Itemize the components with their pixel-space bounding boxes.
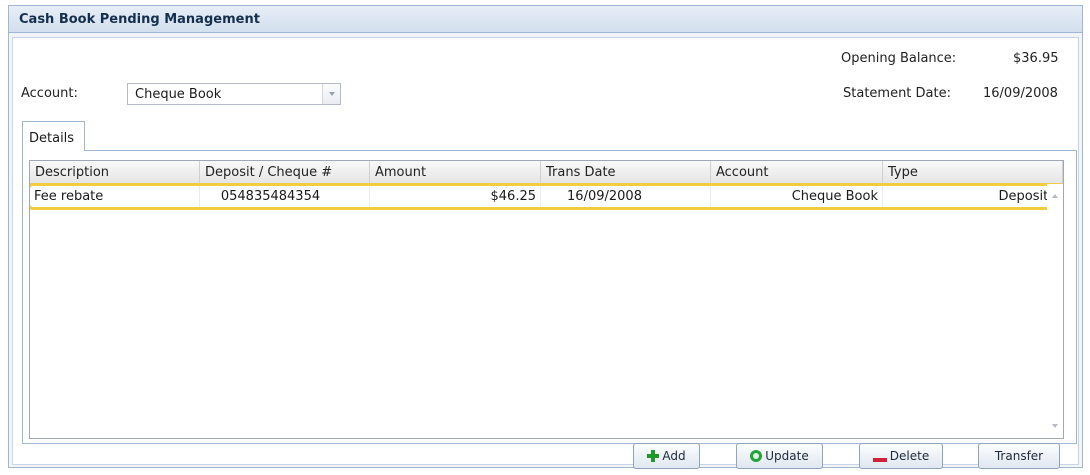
account-select[interactable]: Cheque Book: [127, 83, 341, 105]
delete-button-label: Delete: [889, 449, 930, 463]
cash-book-window: Cash Book Pending Management Opening Bal…: [8, 5, 1083, 469]
column-header-deposit-cheque[interactable]: Deposit / Cheque #: [200, 161, 370, 183]
statement-date-value: 16/09/2008: [983, 86, 1058, 101]
opening-balance-value: $36.95: [1013, 51, 1059, 66]
update-button[interactable]: Update: [736, 443, 823, 469]
cell-account: Cheque Book: [711, 185, 883, 208]
minus-icon: [872, 458, 887, 462]
table-row[interactable]: Fee rebate 054835484354 $46.25 16/09/200…: [30, 185, 1060, 208]
grid-scrollbar[interactable]: [1047, 184, 1063, 438]
account-label: Account:: [21, 86, 78, 101]
opening-balance-label: Opening Balance:: [841, 51, 957, 66]
chevron-down-icon: [329, 92, 335, 96]
column-header-account[interactable]: Account: [711, 161, 883, 183]
scroll-down-icon[interactable]: [1052, 424, 1058, 428]
delete-button[interactable]: Delete: [859, 443, 943, 469]
add-button[interactable]: Add: [633, 443, 700, 469]
scroll-up-icon[interactable]: [1052, 194, 1058, 198]
column-header-trans-date[interactable]: Trans Date: [541, 161, 711, 183]
update-button-label: Update: [765, 449, 809, 463]
cell-deposit-cheque: 054835484354: [200, 185, 370, 208]
refresh-icon: [750, 450, 763, 462]
window-title: Cash Book Pending Management: [9, 6, 1082, 33]
column-header-type[interactable]: Type: [883, 161, 1063, 183]
account-select-value: Cheque Book: [135, 87, 222, 102]
plus-icon: [647, 450, 660, 462]
window-content: Opening Balance: $36.95 Account: Cheque …: [12, 37, 1079, 469]
add-button-label: Add: [662, 449, 686, 463]
column-header-description[interactable]: Description: [30, 161, 200, 183]
account-select-trigger[interactable]: [322, 84, 340, 104]
pending-transactions-grid: Description Deposit / Cheque # Amount Tr…: [29, 160, 1064, 439]
grid-header: Description Deposit / Cheque # Amount Tr…: [30, 161, 1063, 184]
statement-date-label: Statement Date:: [843, 86, 951, 101]
cell-trans-date: 16/09/2008: [541, 185, 711, 208]
cell-description: Fee rebate: [30, 185, 200, 208]
transfer-button[interactable]: Transfer: [978, 443, 1060, 469]
cell-type: Deposits: [883, 185, 1060, 208]
cell-amount: $46.25: [370, 185, 541, 208]
tab-details[interactable]: Details: [22, 121, 85, 151]
details-tab-panel: Description Deposit / Cheque # Amount Tr…: [22, 150, 1077, 444]
column-header-amount[interactable]: Amount: [370, 161, 541, 183]
